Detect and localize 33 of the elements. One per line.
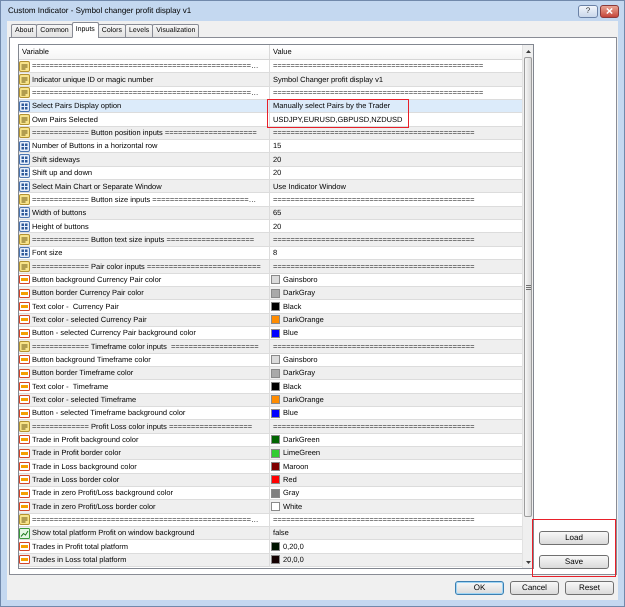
scrollbar-thumb[interactable] [524,57,532,517]
dialog-button[interactable]: OK [455,580,504,594]
keypad-icon [19,167,30,178]
text-lines-icon [19,514,30,526]
keypad-icon [19,100,30,112]
text-lines-icon [19,260,30,272]
dialog-button[interactable]: Cancel [510,580,559,594]
window-title: Custom Indicator - Symbol changer profit display v1 [8,5,192,17]
text-lines-icon [19,60,30,72]
keypad-icon [19,154,30,166]
caret-down-icon [526,560,530,564]
grip-icon [526,284,530,290]
keypad-icon [19,180,30,192]
close-icon [606,8,613,14]
dialog-button[interactable]: Reset [565,580,614,594]
line-chart-icon [19,528,30,539]
text-lines-icon [19,420,30,432]
panel-button[interactable]: Load [539,531,609,545]
panel-button[interactable]: Save [539,555,609,569]
text-lines-icon [19,127,30,138]
text-lines-icon [19,114,30,126]
text-lines-icon [19,234,30,246]
caret-up-icon [526,50,530,52]
text-lines-icon [19,74,30,86]
keypad-icon [19,207,30,218]
keypad-icon [19,220,30,232]
text-lines-icon [19,194,30,206]
keypad-icon [19,140,30,152]
text-lines-icon [19,87,30,98]
close-button[interactable] [600,4,619,18]
keypad-icon [19,247,30,258]
text-lines-icon [19,340,30,352]
help-button[interactable]: ? [578,4,598,18]
